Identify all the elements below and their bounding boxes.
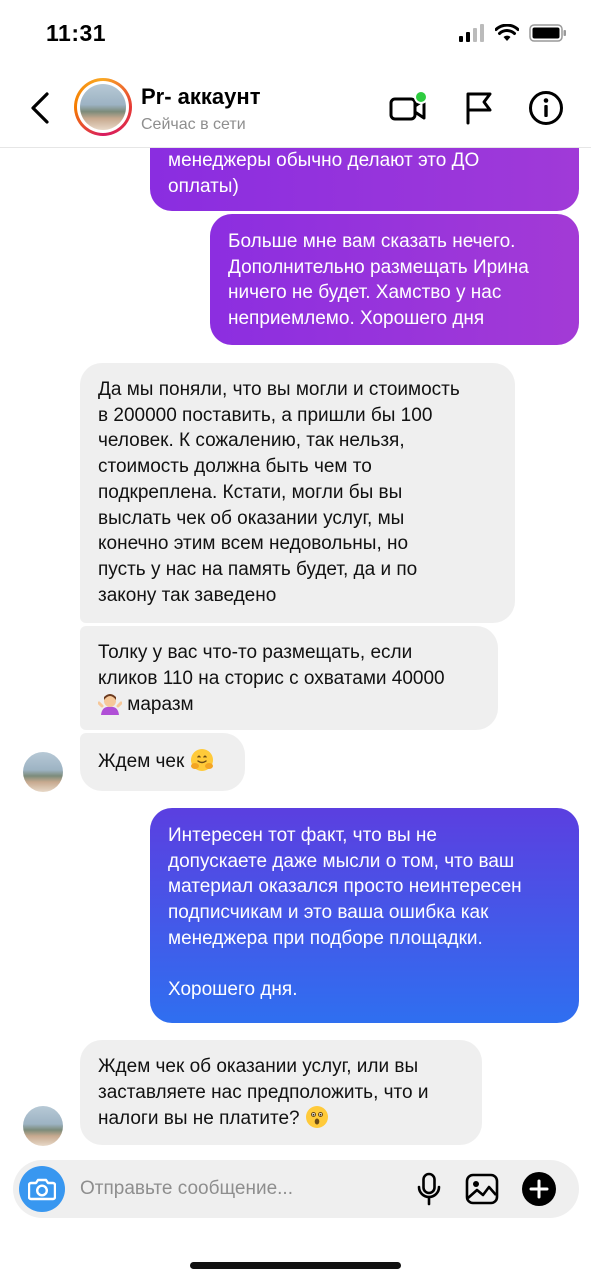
battery-icon: [529, 24, 566, 42]
wifi-icon: [495, 24, 519, 41]
message-incoming[interactable]: Толку у вас что-то размещать, если клико…: [80, 626, 498, 730]
message-outgoing[interactable]: Интересен тот факт, что вы не допускаете…: [150, 808, 579, 1023]
message-incoming[interactable]: Да мы поняли, что вы могли и стоимость в…: [80, 363, 515, 623]
info-icon: [529, 91, 563, 125]
online-status: Сейчас в сети: [141, 116, 246, 133]
profile-avatar[interactable]: [74, 78, 132, 136]
status-bar: 11:31: [0, 0, 591, 70]
voice-message-button[interactable]: [411, 1171, 447, 1207]
gallery-button[interactable]: [464, 1171, 500, 1207]
sender-avatar[interactable]: [23, 1106, 63, 1146]
status-icons: [459, 24, 567, 42]
account-name[interactable]: Pr- аккаунт: [141, 84, 260, 110]
message-incoming[interactable]: Ждем чек об оказании услуг, или вы заста…: [80, 1040, 482, 1145]
sender-avatar[interactable]: [23, 752, 63, 792]
home-indicator[interactable]: [190, 1262, 401, 1269]
status-time: 11:31: [46, 20, 107, 46]
avatar-image: [80, 84, 126, 130]
back-button[interactable]: [22, 88, 58, 128]
message-thread[interactable]: менеджеры обычно делают это ДО оплаты) Б…: [0, 148, 591, 1156]
info-button[interactable]: [526, 88, 566, 128]
message-incoming[interactable]: Ждем чек: [80, 733, 245, 791]
flag-icon: [466, 92, 492, 125]
video-call-button[interactable]: [388, 88, 428, 128]
message-composer: [13, 1160, 579, 1218]
hugging-face-emoji: [190, 748, 214, 772]
message-outgoing[interactable]: Больше мне вам сказать нечего. Дополните…: [210, 214, 579, 345]
video-call-icon: [389, 90, 428, 121]
shrugging-woman-emoji: [97, 691, 123, 716]
report-button[interactable]: [459, 88, 499, 128]
signal-icon: [459, 24, 484, 42]
camera-icon: [28, 1178, 56, 1201]
message-outgoing[interactable]: менеджеры обычно делают это ДО оплаты): [150, 148, 579, 211]
gallery-icon: [465, 1173, 499, 1205]
astonished-face-emoji: [305, 1105, 329, 1129]
microphone-icon: [417, 1172, 441, 1206]
plus-icon: [522, 1172, 556, 1206]
more-options-button[interactable]: [521, 1171, 557, 1207]
camera-button[interactable]: [19, 1166, 65, 1212]
message-input[interactable]: [80, 1176, 380, 1202]
chat-header: Pr- аккаунт Сейчас в сети: [0, 70, 591, 148]
chevron-left-icon: [31, 92, 49, 124]
